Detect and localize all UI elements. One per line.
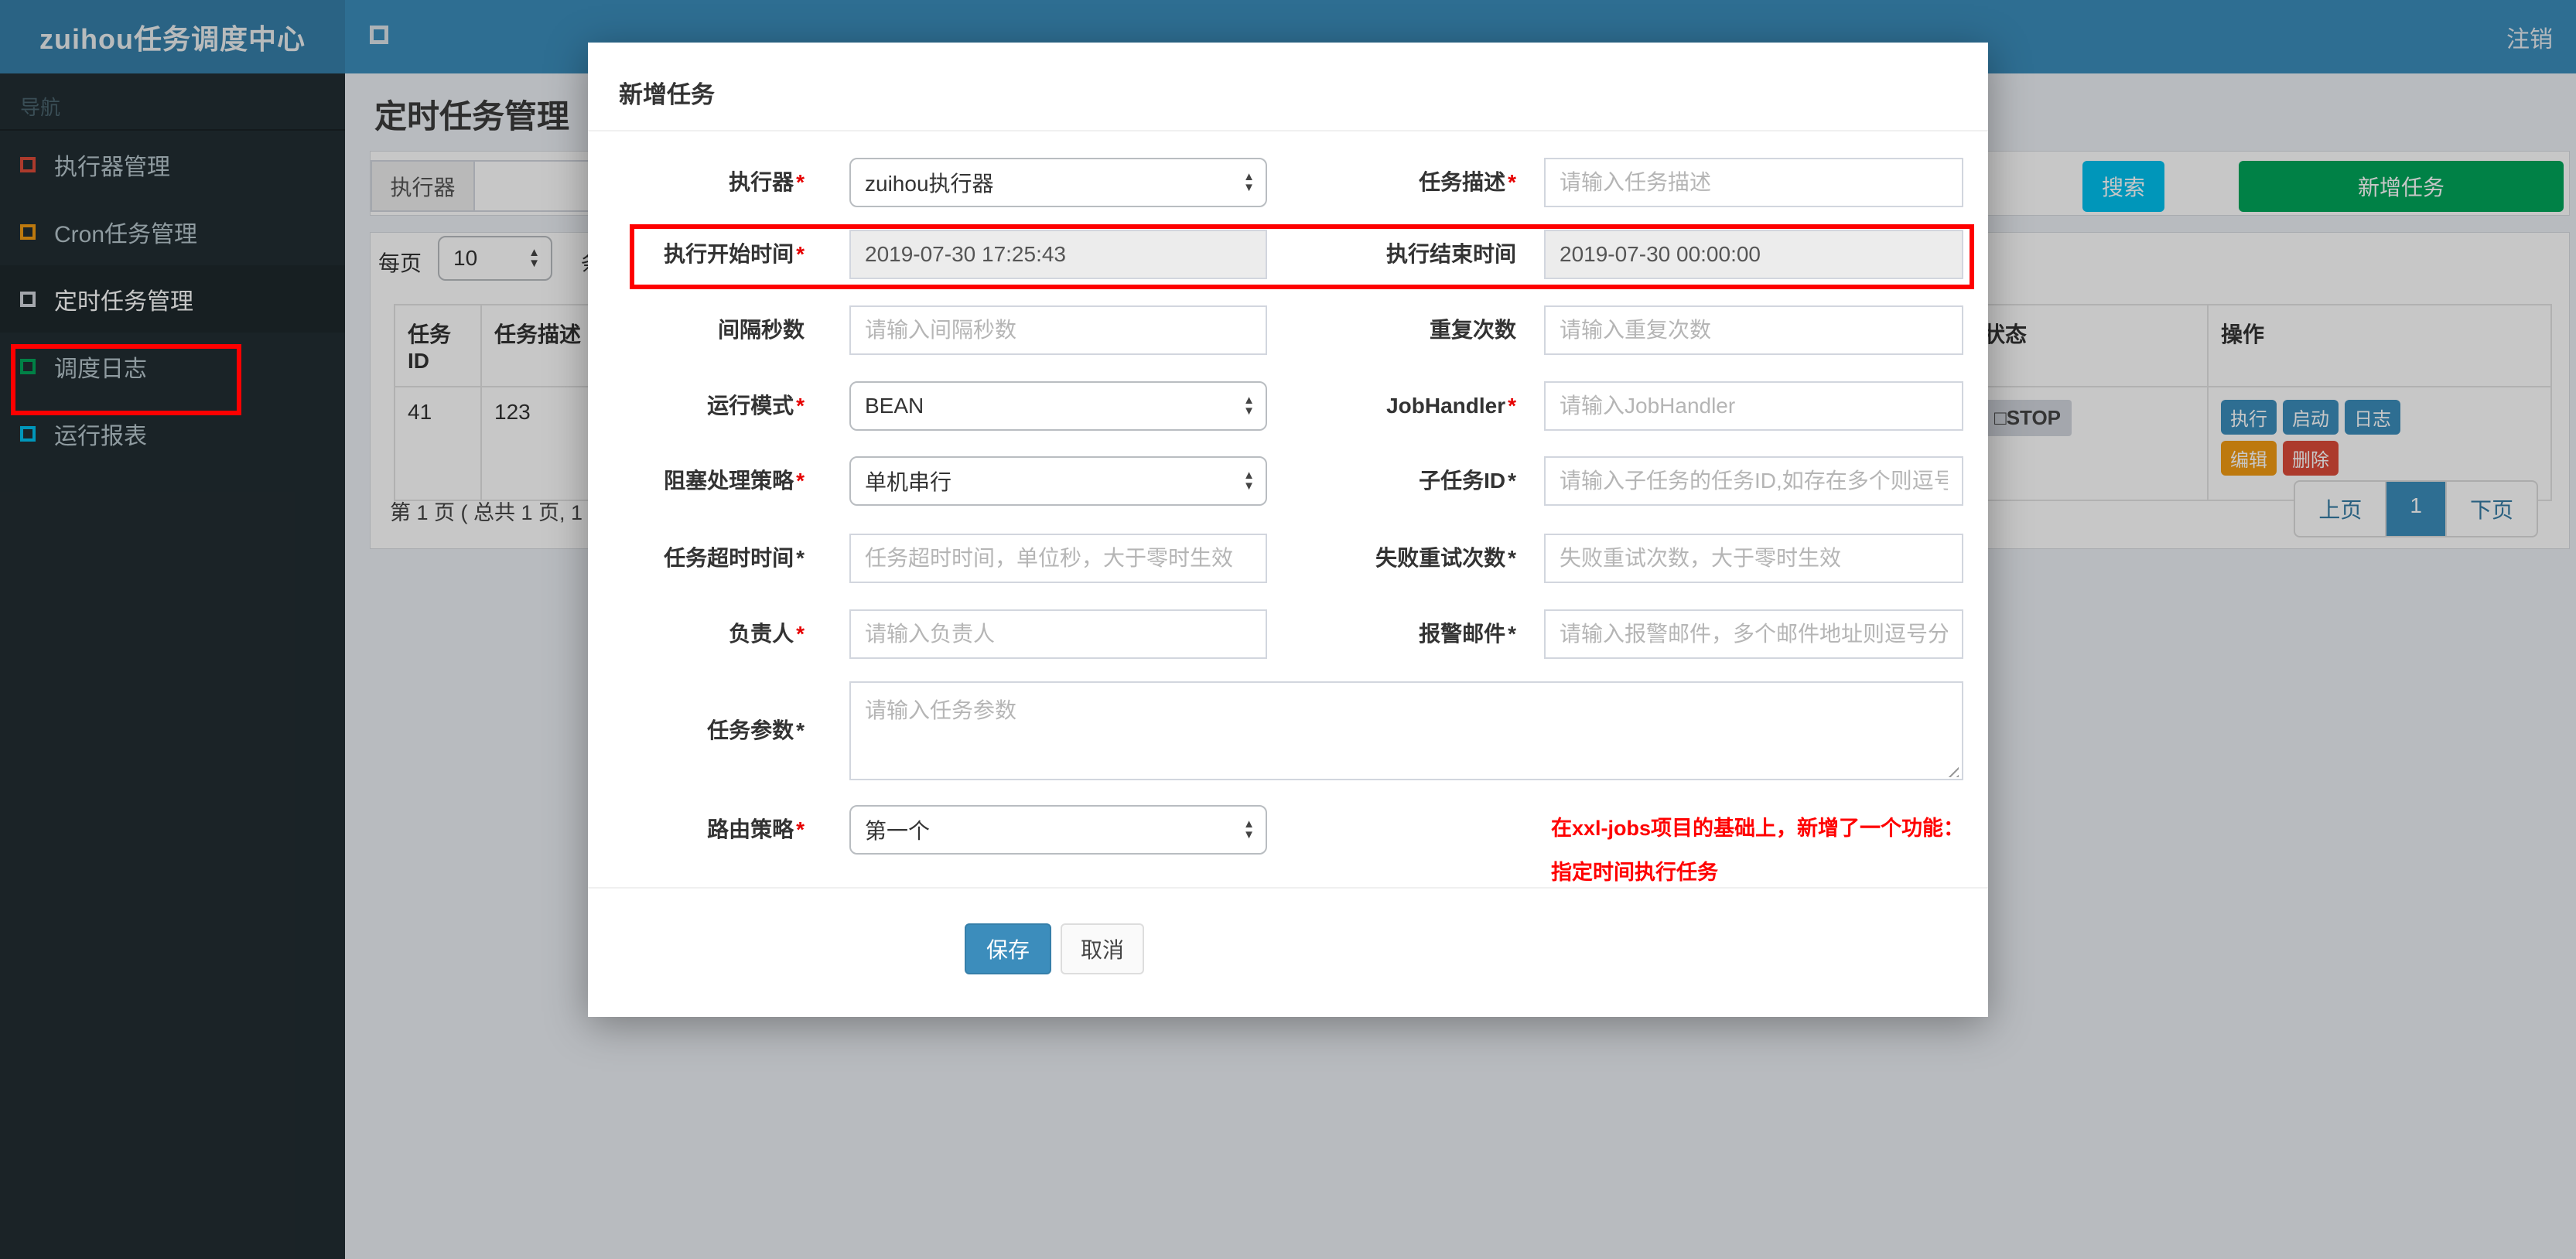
executor-label: 执行器 *: [729, 170, 805, 194]
add-task-modal: 新增任务 执行器* zuihou执行器 ▲▼ 任务描述* 执行开始时间* 执行结…: [588, 43, 1988, 1017]
executor-select-value: zuihou执行器: [865, 172, 994, 196]
sidebar-annotation-box: [11, 344, 241, 415]
feature-note-line1: 在xxl-jobs项目的基础上，新增了一个功能：: [1551, 817, 1965, 840]
child-job-label: 子任务ID *: [1419, 469, 1516, 493]
run-mode-select-value: BEAN: [865, 394, 924, 418]
alarm-email-input[interactable]: [1544, 609, 1963, 659]
select-arrows-icon: ▲ ▼: [1243, 469, 1255, 493]
run-mode-label: 运行模式 *: [707, 394, 805, 418]
retry-label: 失败重试次数 *: [1375, 546, 1516, 570]
block-strategy-select-value: 单机串行: [865, 470, 952, 494]
job-param-label: 任务参数 *: [707, 718, 805, 742]
interval-label: 间隔秒数: [717, 318, 805, 342]
feature-note: 在xxl-jobs项目的基础上，新增了一个功能： 指定时间执行任务: [1551, 807, 1964, 895]
run-mode-select[interactable]: BEAN ▲ ▼: [849, 381, 1267, 431]
route-strategy-label: 路由策略 *: [707, 817, 805, 841]
repeat-input[interactable]: [1544, 305, 1963, 355]
executor-select[interactable]: zuihou执行器 ▲ ▼: [849, 158, 1267, 207]
timeout-input[interactable]: [849, 534, 1267, 583]
modal-footer-divider: [588, 887, 1988, 889]
job-desc-label: 任务描述 *: [1419, 170, 1516, 194]
start-time-annotation-box: [630, 224, 1974, 289]
interval-input[interactable]: [849, 305, 1267, 355]
modal-header: 新增任务: [588, 43, 1988, 131]
job-param-textarea[interactable]: [849, 681, 1963, 780]
route-strategy-select-value: 第一个: [865, 819, 931, 843]
job-desc-input[interactable]: [1544, 158, 1963, 207]
route-strategy-select[interactable]: 第一个 ▲ ▼: [849, 805, 1267, 855]
job-handler-input[interactable]: [1544, 381, 1963, 431]
block-strategy-select[interactable]: 单机串行 ▲ ▼: [849, 456, 1267, 506]
modal-title: 新增任务: [619, 81, 715, 108]
alarm-email-label: 报警邮件 *: [1419, 622, 1516, 646]
timeout-label: 任务超时时间 *: [664, 546, 805, 570]
select-arrows-icon: ▲ ▼: [1243, 170, 1255, 194]
repeat-label: 重复次数: [1429, 318, 1516, 342]
owner-input[interactable]: [849, 609, 1267, 659]
select-arrows-icon: ▲ ▼: [1243, 394, 1255, 418]
owner-label: 负责人 *: [729, 622, 805, 646]
cancel-button[interactable]: 取消: [1061, 923, 1144, 974]
select-arrows-icon: ▲ ▼: [1243, 817, 1255, 841]
save-button[interactable]: 保存: [965, 923, 1051, 974]
block-strategy-label: 阻塞处理策略 *: [664, 469, 805, 493]
retry-input[interactable]: [1544, 534, 1963, 583]
child-job-input[interactable]: [1544, 456, 1963, 506]
job-handler-label: JobHandler *: [1386, 394, 1516, 418]
